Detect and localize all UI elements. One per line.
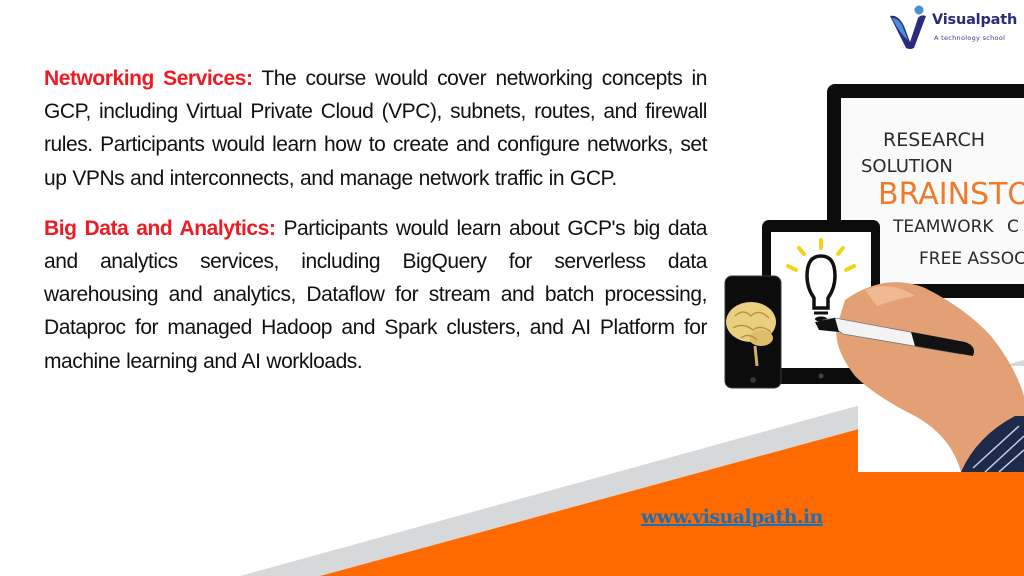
orange-lower-right: [858, 470, 1024, 576]
section-text: Participants would learn about GCP's big…: [44, 216, 708, 373]
phone-icon: [724, 275, 782, 389]
logo-name: Visualpath: [932, 12, 1018, 28]
content-body: Networking Services: The course would co…: [44, 62, 707, 378]
board-word-c: C: [1007, 217, 1019, 237]
website-link[interactable]: www.visualpath.in: [641, 506, 823, 528]
section-heading: Networking Services:: [44, 67, 253, 90]
section-heading: Big Data and Analytics:: [44, 216, 276, 240]
section-networking: Networking Services: The course would co…: [44, 62, 707, 195]
board-word-solution: SOLUTION: [861, 156, 953, 177]
board-word-brainstorm: BRAINSTO: [878, 177, 1024, 212]
section-big-data: Big Data and Analytics: Participants wou…: [44, 212, 707, 378]
logo-tagline: A technology school: [934, 34, 1006, 42]
logo-v-icon: [890, 5, 926, 50]
board-word-free-assoc: FREE ASSOC: [919, 249, 1024, 269]
brainstorm-illustration: RESEARCH SOLUTION BRAINSTO TEAMWORK C FR…: [715, 76, 1024, 472]
board-word-teamwork: TEAMWORK: [892, 217, 994, 237]
board-word-research: RESEARCH: [883, 129, 985, 151]
visualpath-logo[interactable]: Visualpath A technology school: [888, 4, 1024, 52]
